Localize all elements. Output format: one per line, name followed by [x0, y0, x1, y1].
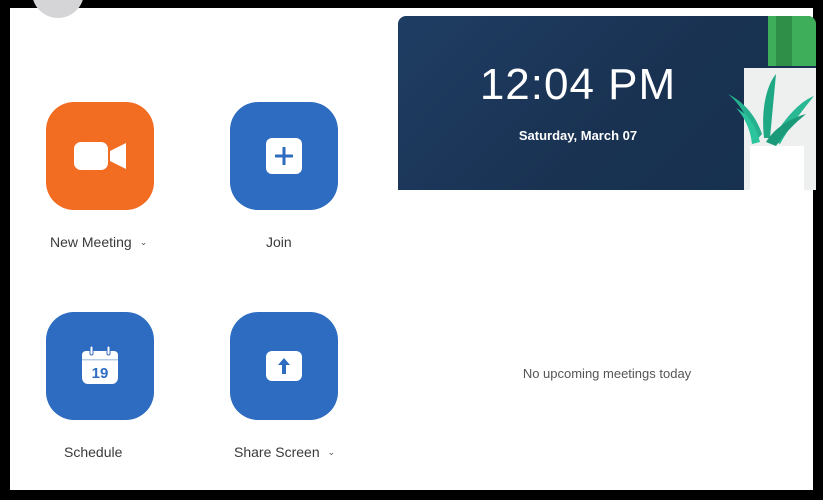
new-meeting-label: New Meeting	[50, 234, 132, 250]
schedule-label[interactable]: Schedule	[64, 444, 122, 460]
upload-arrow-icon	[266, 351, 302, 381]
plant-illustration-icon	[728, 16, 816, 190]
clock-time: 12:04 PM	[479, 60, 677, 109]
share-screen-label-row[interactable]: Share Screen ⌄	[234, 444, 335, 460]
join-label[interactable]: Join	[266, 234, 292, 250]
calendar-icon: 19	[82, 345, 118, 384]
no-meetings-text: No upcoming meetings today	[522, 366, 692, 381]
share-screen-button[interactable]	[230, 312, 338, 420]
clock-banner: 12:04 PM Saturday, March 07	[398, 16, 816, 190]
app-window: New Meeting ⌄ Join 19 Schedule Share Scre…	[0, 0, 823, 500]
new-meeting-button[interactable]	[46, 102, 154, 210]
chevron-down-icon[interactable]: ⌄	[140, 237, 148, 248]
share-screen-label: Share Screen	[234, 444, 320, 460]
chevron-down-icon[interactable]: ⌄	[328, 447, 336, 458]
join-button[interactable]	[230, 102, 338, 210]
video-camera-icon	[74, 142, 126, 170]
calendar-day-text: 19	[92, 365, 109, 382]
plus-icon	[266, 138, 302, 174]
new-meeting-label-row[interactable]: New Meeting ⌄	[50, 234, 147, 250]
clock-date: Saturday, March 07	[518, 128, 638, 143]
avatar[interactable]	[32, 0, 84, 18]
schedule-button[interactable]: 19	[46, 312, 154, 420]
